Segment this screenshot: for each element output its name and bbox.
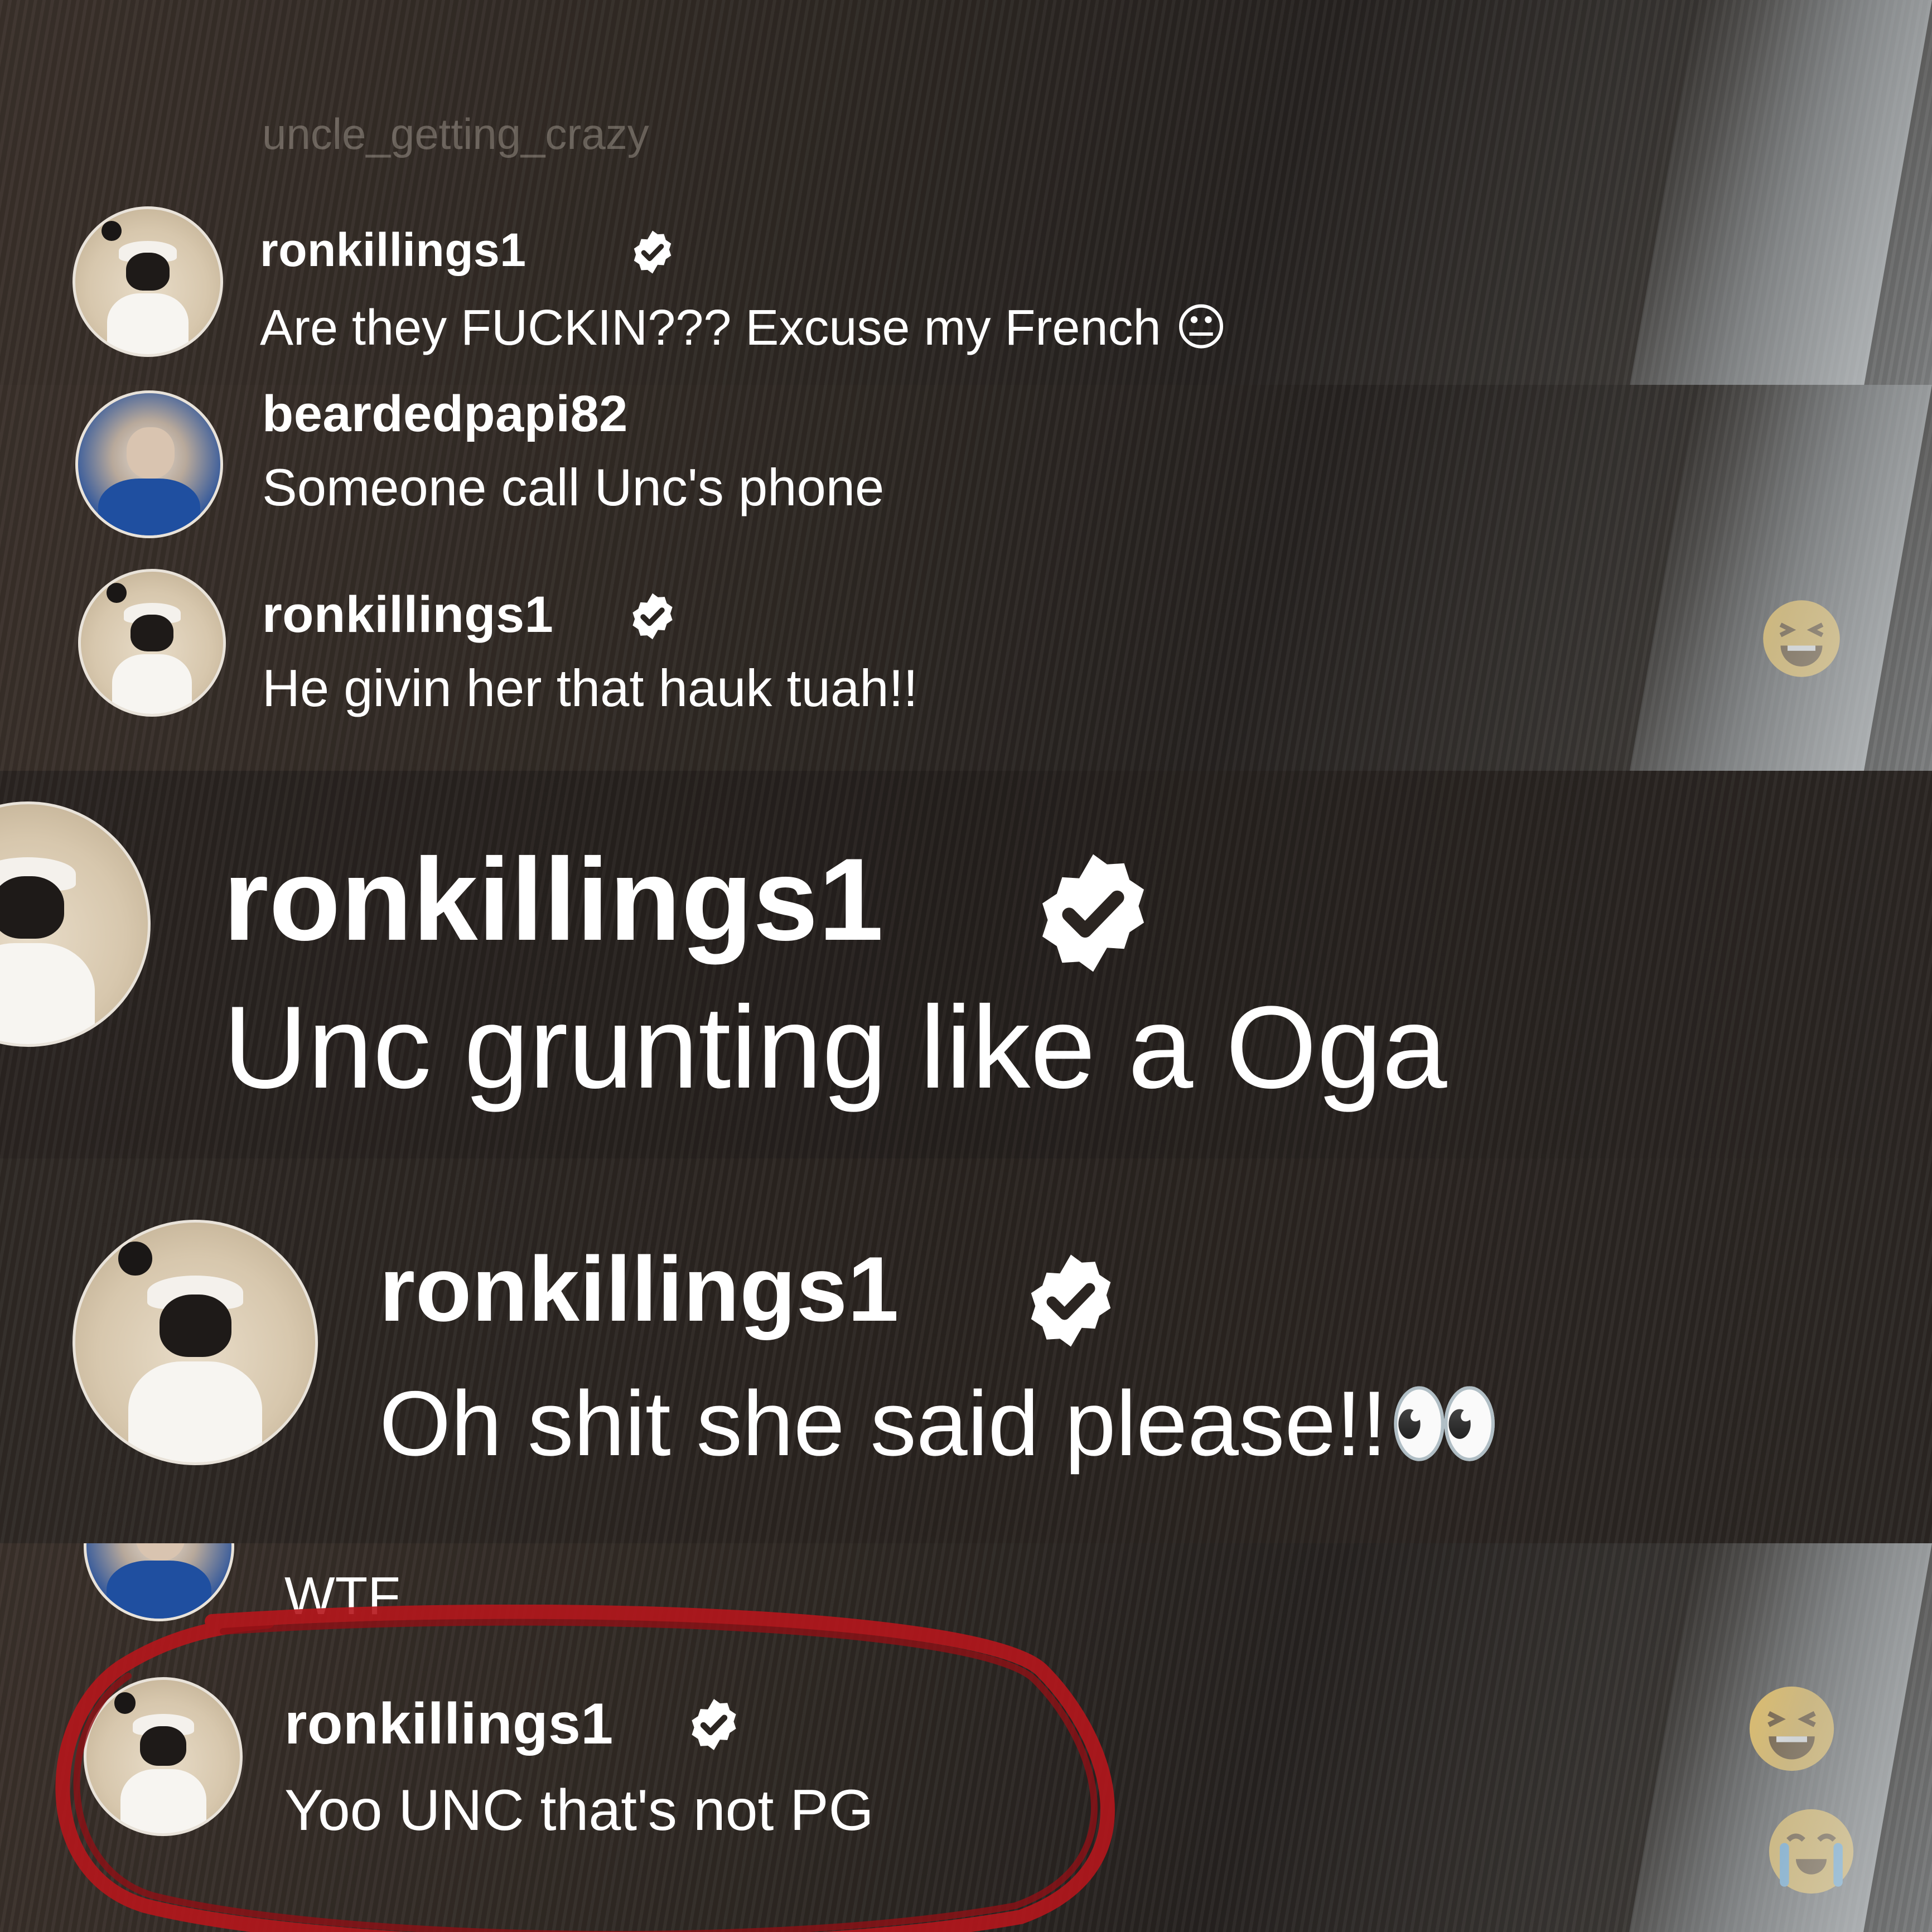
verified-badge-icon [634, 230, 672, 274]
comment-strip-2: beardedpapi82 Someone call Unc's phone r… [0, 385, 1932, 771]
verified-badge-icon [1042, 854, 1144, 972]
avatar[interactable] [73, 1220, 318, 1465]
comment-strip-4: ronkillings1 Oh shit she said please!!👀 [0, 1158, 1932, 1543]
laughing-emoji-icon [1760, 597, 1843, 680]
comment-username[interactable]: ronkillings1 [260, 223, 526, 277]
comment-text: Unc grunting like a Oga [223, 982, 1447, 1113]
crying-emoji-icon [1765, 1805, 1857, 1897]
avatar[interactable] [73, 206, 223, 357]
laughing-emoji-icon [1746, 1683, 1838, 1775]
faded-comment-text: uncle_getting_crazy [262, 109, 649, 158]
comment-username[interactable]: ronkillings1 [262, 586, 553, 644]
comment-text: He givin her that hauk tuah!! [262, 659, 918, 717]
comment-strip-1: uncle_getting_crazy ronkillings1 Are the… [0, 0, 1932, 385]
avatar[interactable] [75, 390, 223, 538]
comment-text: Are they FUCKIN??? Excuse my French 😐 [260, 300, 1228, 356]
verified-badge-icon [632, 593, 673, 640]
comment-username[interactable]: beardedpapi82 [262, 385, 628, 443]
comment-username[interactable]: ronkillings1 [223, 832, 884, 967]
comment-strip-5: WTF ronkillings1 Yoo UNC that's not PG [0, 1543, 1932, 1932]
verified-badge-icon [1031, 1254, 1111, 1347]
highlight-circle [55, 1605, 1115, 1932]
comment-text: Oh shit she said please!!👀 [379, 1372, 1502, 1475]
comment-strip-3: ronkillings1 Unc grunting like a Oga [0, 771, 1932, 1158]
avatar[interactable] [78, 569, 226, 717]
avatar[interactable] [0, 801, 151, 1047]
comment-text: Someone call Unc's phone [262, 458, 885, 516]
comment-username[interactable]: ronkillings1 [379, 1237, 899, 1342]
